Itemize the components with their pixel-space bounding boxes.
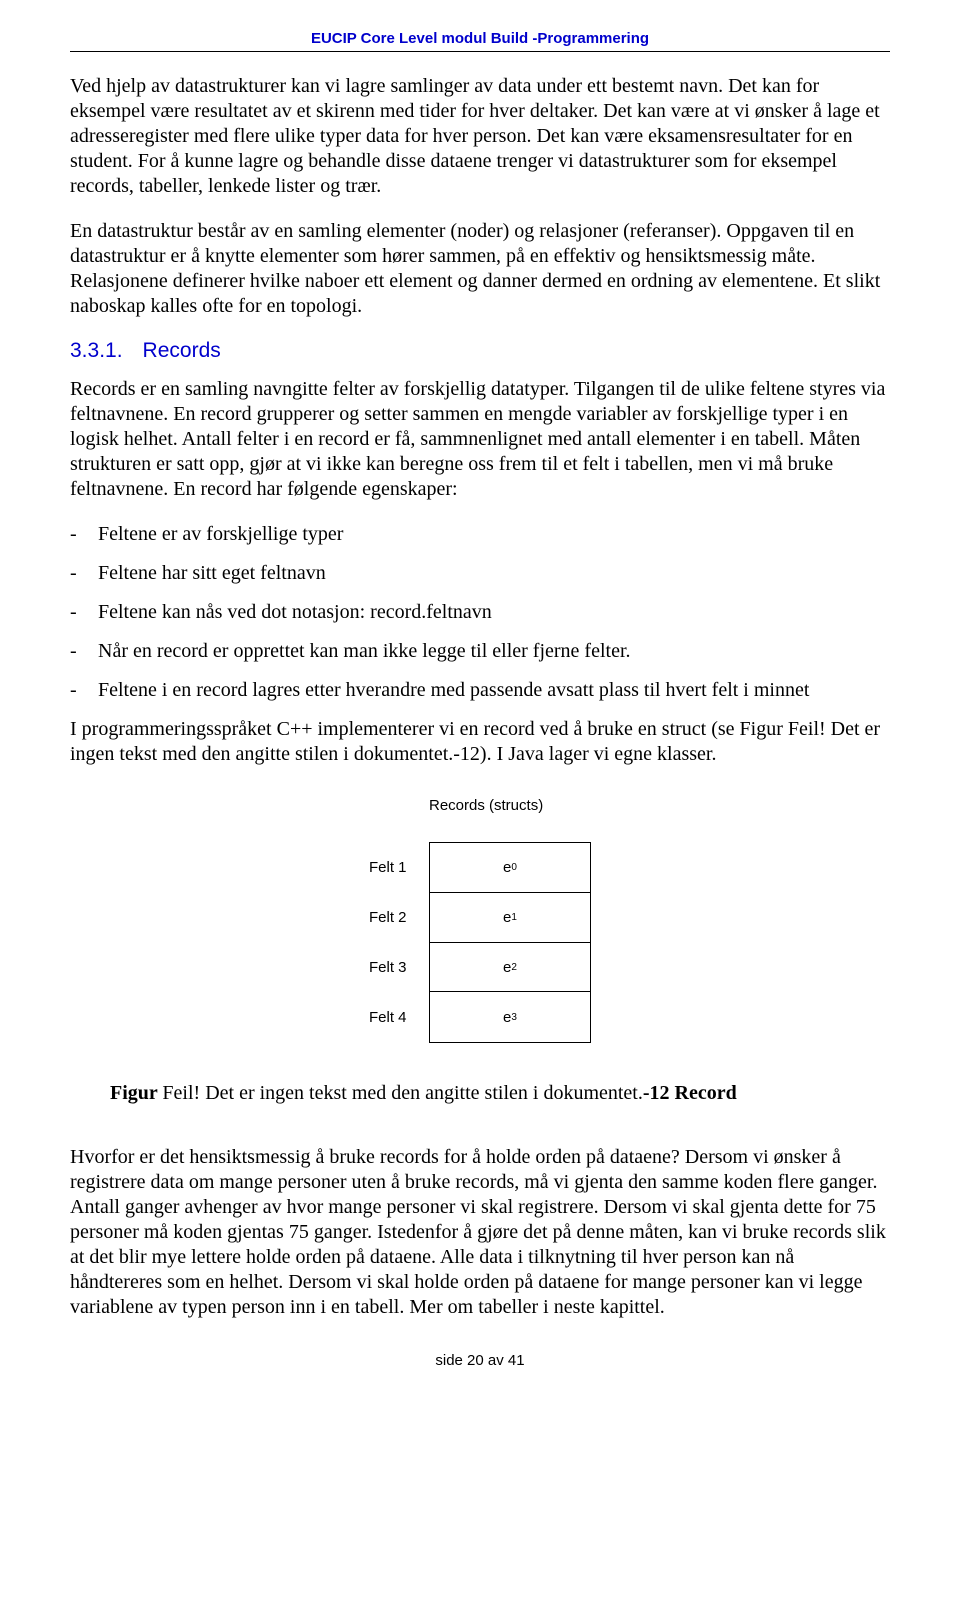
section-number: 3.3.1. [70,339,123,362]
bullet-text: Feltene i en record lagres etter hverand… [98,678,809,703]
caption-bold-suffix: -12 Record [643,1082,737,1104]
cell-sub: 2 [511,962,517,973]
cell-sub: 0 [511,862,517,873]
figure-row-cell: e0 [429,842,591,893]
figure-row-label: Felt 4 [369,1009,429,1026]
caption-plain: Feil! Det er ingen tekst med den angitte… [162,1082,642,1104]
figure-row: Felt 3 e2 [369,942,591,992]
page-header: EUCIP Core Level modul Build -Programmer… [70,30,890,47]
paragraph-3: Records er en samling navngitte felter a… [70,377,890,502]
bullet-dash: - [70,561,98,586]
cell-base: e [503,959,511,976]
bullet-dash: - [70,600,98,625]
bullet-dash: - [70,522,98,547]
page-footer: side 20 av 41 [70,1352,890,1369]
cell-sub: 3 [511,1012,517,1023]
bullet-text: Feltene kan nås ved dot notasjon: record… [98,600,492,625]
paragraph-1: Ved hjelp av datastrukturer kan vi lagre… [70,74,890,199]
figure-row: Felt 1 e0 [369,842,591,892]
section-title: Records [143,339,221,362]
figure-row: Felt 2 e1 [369,892,591,942]
caption-bold-prefix: Figur [110,1082,162,1104]
bullet-dash: - [70,639,98,664]
figure-row-label: Felt 3 [369,959,429,976]
header-rule [70,51,890,52]
figure-row-label: Felt 1 [369,859,429,876]
cell-base: e [503,1009,511,1026]
bullet-text: Når en record er opprettet kan man ikke … [98,639,631,664]
figure-row: Felt 4 e3 [369,992,591,1042]
figure-title: Records (structs) [429,797,591,814]
list-item: - Feltene i en record lagres etter hvera… [70,678,890,703]
bullet-text: Feltene er av forskjellige typer [98,522,343,547]
list-item: - Feltene kan nås ved dot notasjon: reco… [70,600,890,625]
bullet-text: Feltene har sitt eget feltnavn [98,561,326,586]
figure-caption: Figur Feil! Det er ingen tekst med den a… [110,1082,890,1105]
figure-row-cell: e2 [429,942,591,993]
cell-sub: 1 [511,912,517,923]
figure-row-label: Felt 2 [369,909,429,926]
document-page: EUCIP Core Level modul Build -Programmer… [0,0,960,1389]
paragraph-5: Hvorfor er det hensiktsmessig å bruke re… [70,1145,890,1320]
cell-base: e [503,909,511,926]
bullet-dash: - [70,678,98,703]
figure-inner: Records (structs) Felt 1 e0 Felt 2 e1 Fe… [369,787,591,1042]
figure-records: Records (structs) Felt 1 e0 Felt 2 e1 Fe… [70,787,890,1042]
section-heading-records: 3.3.1. Records [70,339,890,363]
figure-row-cell: e3 [429,991,591,1043]
paragraph-2: En datastruktur består av en samling ele… [70,219,890,319]
cell-base: e [503,859,511,876]
list-item: - Feltene er av forskjellige typer [70,522,890,547]
list-item: - Når en record er opprettet kan man ikk… [70,639,890,664]
paragraph-4: I programmeringsspråket C++ implementere… [70,717,890,767]
figure-row-cell: e1 [429,892,591,943]
list-item: - Feltene har sitt eget feltnavn [70,561,890,586]
